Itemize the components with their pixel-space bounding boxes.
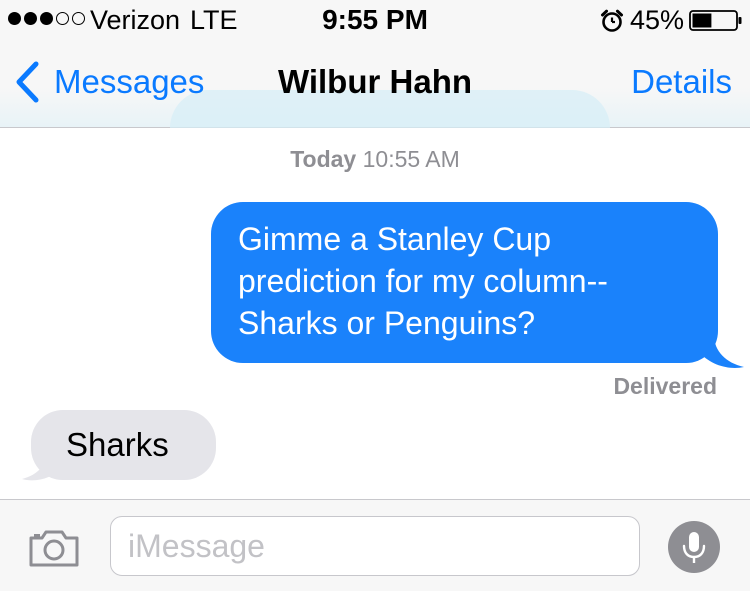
timestamp-time: 10:55 AM <box>362 146 460 172</box>
battery-percentage: 45% <box>630 5 685 35</box>
message-line: Gimme a Stanley Cup <box>238 221 552 257</box>
camera-icon[interactable] <box>28 528 80 568</box>
microphone-button[interactable] <box>668 521 720 573</box>
microphone-icon <box>682 532 706 563</box>
outgoing-message-bubble[interactable]: Gimme a Stanley Cup prediction for my co… <box>211 202 718 363</box>
battery-fill <box>692 13 712 28</box>
navigation-bar: Messages Wilbur Hahn Details <box>0 40 750 128</box>
battery-icon <box>689 10 742 31</box>
message-text: Sharks <box>66 426 169 463</box>
details-button[interactable]: Details <box>631 63 732 101</box>
message-input-bar <box>0 499 750 591</box>
timestamp-day: Today <box>290 146 357 172</box>
incoming-message-bubble[interactable]: Sharks <box>31 410 216 480</box>
status-bar: Verizon LTE 9:55 PM 45% <box>0 0 750 40</box>
conversation-timestamp: Today 10:55 AM <box>0 146 750 173</box>
imessage-input[interactable] <box>110 516 640 576</box>
delivery-status: Delivered <box>613 373 717 399</box>
alarm-clock-icon <box>601 9 623 32</box>
message-line: prediction for my column-- <box>238 263 608 299</box>
message-line: Sharks or Penguins? <box>238 305 536 341</box>
